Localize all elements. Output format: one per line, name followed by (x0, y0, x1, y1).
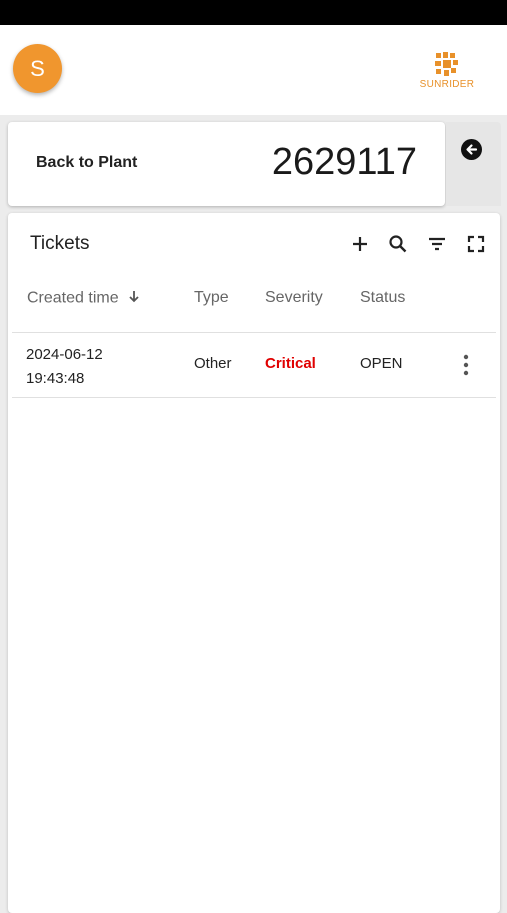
status-bar (0, 0, 507, 25)
filter-icon[interactable] (426, 233, 448, 255)
tickets-panel: Tickets Created time Type Severity Statu… (8, 213, 500, 913)
more-vert-icon[interactable] (458, 353, 474, 377)
plant-card: Back to Plant 2629117 (8, 122, 445, 206)
brand-logo: SUNRIDER (412, 51, 482, 95)
created-date: 2024-06-12 (26, 346, 103, 363)
column-header-severity[interactable]: Severity (265, 289, 323, 307)
severity-cell: Critical (265, 355, 316, 372)
status-cell: OPEN (360, 355, 403, 372)
sunrider-logo-icon (435, 52, 458, 76)
column-header-created-time[interactable]: Created time (27, 289, 141, 308)
fullscreen-icon[interactable] (465, 233, 487, 255)
column-header-status[interactable]: Status (360, 289, 405, 307)
column-header-label: Created time (27, 289, 119, 307)
created-time-cell: 2024-06-12 19:43:48 (26, 343, 103, 391)
type-cell: Other (194, 355, 232, 372)
back-to-plant-link[interactable]: Back to Plant (36, 154, 137, 172)
arrow-left-icon (461, 139, 482, 160)
add-icon[interactable] (349, 233, 371, 255)
brand-name: SUNRIDER (419, 79, 475, 90)
plant-id: 2629117 (271, 141, 417, 183)
search-icon[interactable] (387, 233, 409, 255)
tickets-title: Tickets (30, 233, 90, 254)
arrow-down-icon (127, 289, 141, 308)
avatar[interactable]: S (13, 44, 62, 93)
app-bar: S SUNRIDER (0, 25, 507, 115)
table-row[interactable]: 2024-06-12 19:43:48 Other Critical OPEN (12, 332, 496, 398)
back-button[interactable] (446, 122, 501, 206)
column-header-type[interactable]: Type (194, 289, 229, 307)
created-time: 19:43:48 (26, 370, 85, 387)
